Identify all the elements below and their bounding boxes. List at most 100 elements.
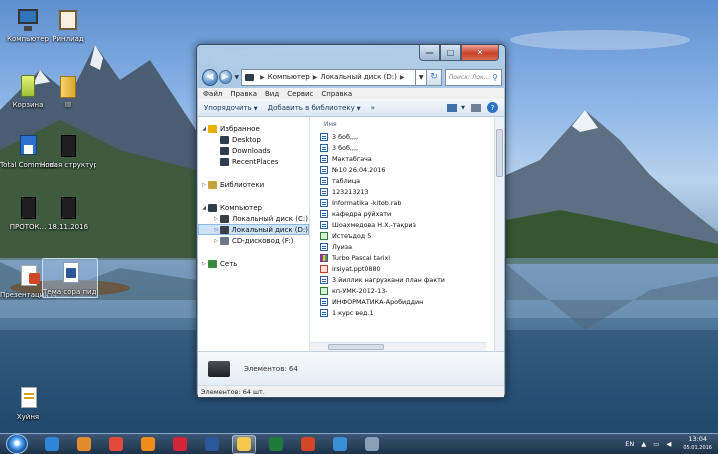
file-item[interactable]: Мактабгача <box>320 153 504 164</box>
taskbar-button[interactable] <box>168 435 192 454</box>
organize-button[interactable]: Упорядочить ▼ <box>204 104 258 112</box>
network-icon[interactable]: ▭ <box>653 440 659 448</box>
expander-icon[interactable]: ◢ <box>200 205 208 211</box>
nav-item[interactable]: Desktop <box>198 134 309 145</box>
desktop-icon-document[interactable]: Хуйня <box>0 384 56 422</box>
desktop-icon-new-structure[interactable]: Новая структура... <box>40 132 96 170</box>
help-icon[interactable]: ? <box>487 102 498 113</box>
more-commands-button[interactable]: » <box>371 104 375 112</box>
menu-view[interactable]: Вид <box>265 90 279 98</box>
desktop-icon-folder-iii[interactable]: III <box>40 72 96 110</box>
menu-help[interactable]: Справка <box>321 90 352 98</box>
word-file-icon <box>320 209 328 218</box>
expander-icon[interactable]: ▷ <box>200 261 208 267</box>
forward-button[interactable]: ▶ <box>218 70 232 84</box>
taskbar-button[interactable] <box>136 435 160 454</box>
expander-icon[interactable]: ◢ <box>200 126 208 132</box>
desktop-icon-teacher-topic[interactable]: Тема сора пидагога <box>42 258 98 298</box>
chrome-icon <box>109 437 123 451</box>
add-to-library-button[interactable]: Добавить в библиотеку ▼ <box>268 104 361 112</box>
taskbar-button[interactable] <box>40 435 64 454</box>
file-list-pane[interactable]: Имя 3 боб,,,, 3 боб,,,, Мактабгача №10 26.0… <box>310 117 504 351</box>
recent-pages-dropdown[interactable]: ▼ <box>235 74 240 81</box>
nav-item[interactable]: ▷ Сеть <box>198 258 309 269</box>
breadcrumb-local-disk-d[interactable]: Локальный диск (D:) <box>320 73 396 81</box>
back-button[interactable]: ◀ <box>202 68 218 86</box>
preview-pane-icon[interactable] <box>471 103 481 112</box>
scrollbar-thumb[interactable] <box>496 129 503 177</box>
file-item[interactable]: Луиза <box>320 241 504 252</box>
file-item[interactable]: ИНФОРМАТИКА-Аробиддин <box>320 296 504 307</box>
menu-tools[interactable]: Сервис <box>287 90 313 98</box>
nav-item[interactable]: RecentPlaces <box>198 156 309 167</box>
explorer-window[interactable]: — □ ✕ ◀ ▶ ▼ ▶ Компьютер ▶ Локальный диск… <box>196 44 506 398</box>
menu-edit[interactable]: Правка <box>230 90 257 98</box>
file-item[interactable]: 3 йиллик нагрузкани план факти <box>320 274 504 285</box>
refresh-button[interactable]: ↻ <box>427 68 442 86</box>
chevron-down-icon: ▼ <box>356 105 361 112</box>
view-options-dropdown[interactable]: ▼ <box>461 105 465 111</box>
internet-explorer-icon <box>45 437 59 451</box>
nav-item[interactable]: Downloads <box>198 145 309 156</box>
desktop-icon-18-11-2016[interactable]: 18.11.2016 <box>40 194 96 232</box>
file-item[interactable]: Истеъдод 5 <box>320 230 504 241</box>
clock[interactable]: 13:04 05.01.2016 <box>683 436 712 451</box>
taskbar-button[interactable] <box>72 435 96 454</box>
file-item[interactable]: Шоахмедова Н.Х.-тақриз <box>320 219 504 230</box>
menu-file[interactable]: Файл <box>203 90 222 98</box>
file-item[interactable]: Turbo Pascal tarixi <box>320 252 504 263</box>
language-indicator[interactable]: EN <box>625 440 634 448</box>
volume-icon[interactable]: ◀ <box>666 440 671 448</box>
start-button[interactable] <box>6 434 28 454</box>
close-button[interactable]: ✕ <box>461 45 499 61</box>
search-box[interactable]: Поиск: Лок... ⚲ <box>444 68 502 86</box>
file-item[interactable]: кп-УМК-2012-13- <box>320 285 504 296</box>
desktop-icon-rinliad[interactable]: Ринлиад <box>40 6 96 44</box>
nav-item[interactable]: ▷ CD-дисковод (F:) <box>198 235 309 246</box>
expander-icon[interactable]: ▷ <box>212 238 220 244</box>
column-header-name[interactable]: Имя <box>320 117 504 131</box>
menu-bar: Файл Правка Вид Сервис Справка <box>198 88 504 99</box>
taskbar-button[interactable] <box>296 435 320 454</box>
file-item[interactable]: кафедра рўйхати <box>320 208 504 219</box>
nav-item[interactable]: ▷ Локальный диск (D:) <box>198 224 309 235</box>
address-history-dropdown[interactable]: ▼ <box>416 68 428 86</box>
taskbar-button[interactable] <box>104 435 128 454</box>
vertical-scrollbar[interactable] <box>494 117 504 351</box>
breadcrumb-chevron-icon[interactable]: ▶ <box>260 74 265 81</box>
file-name: кафедра рўйхати <box>332 209 392 218</box>
file-item[interactable]: Informatika -kitob.rab <box>320 197 504 208</box>
file-item[interactable]: 1 курс вед.1 <box>320 307 504 318</box>
taskbar-button[interactable] <box>232 434 256 454</box>
address-bar[interactable]: ▶ Компьютер ▶ Локальный диск (D:) ▶ <box>241 68 417 86</box>
navigation-pane[interactable]: ◢ Избранное Desktop Downloads RecentPlaces ▷ Б… <box>198 117 310 351</box>
expander-icon[interactable]: ▷ <box>212 216 220 222</box>
file-item[interactable]: 3 боб,,,, <box>320 131 504 142</box>
breadcrumb-computer[interactable]: Компьютер <box>268 73 310 81</box>
search-icon[interactable]: ⚲ <box>492 73 498 82</box>
taskbar-button[interactable] <box>264 435 288 454</box>
file-item[interactable]: №10 26.04.2016 <box>320 164 504 175</box>
expander-icon[interactable]: ▷ <box>213 227 220 233</box>
maximize-button[interactable]: □ <box>440 45 461 61</box>
taskbar-button[interactable] <box>200 435 224 454</box>
nav-item[interactable]: ▷ Локальный диск (C:) <box>198 213 309 224</box>
minimize-button[interactable]: — <box>419 45 440 61</box>
scrollbar-thumb[interactable] <box>328 344 384 350</box>
horizontal-scrollbar[interactable] <box>310 342 486 351</box>
show-hidden-icons-button[interactable]: ▲ <box>641 440 646 448</box>
expander-icon[interactable]: ▷ <box>200 182 208 188</box>
taskbar-button[interactable] <box>360 435 384 454</box>
nav-item[interactable]: ▷ Библиотеки <box>198 179 309 190</box>
file-item[interactable]: 3 боб,,,, <box>320 142 504 153</box>
file-item[interactable]: таблица <box>320 175 504 186</box>
nav-item[interactable]: ◢ Компьютер <box>198 202 309 213</box>
file-item[interactable]: 123213213 <box>320 186 504 197</box>
breadcrumb-chevron-icon[interactable]: ▶ <box>400 74 405 81</box>
search-input[interactable]: Поиск: Лок... <box>449 74 489 81</box>
nav-item[interactable]: ◢ Избранное <box>198 123 309 134</box>
file-item[interactable]: irsiyat.ppt0880 <box>320 263 504 274</box>
taskbar-button[interactable] <box>328 435 352 454</box>
change-view-icon[interactable] <box>447 103 458 112</box>
breadcrumb-chevron-icon[interactable]: ▶ <box>313 74 318 81</box>
